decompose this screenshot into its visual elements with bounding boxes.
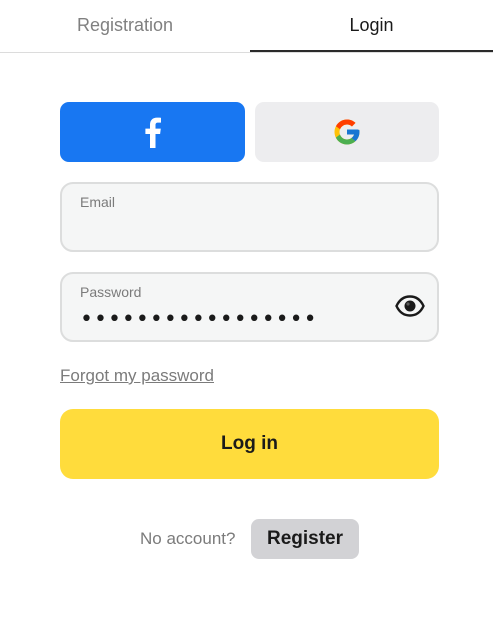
facebook-icon: [144, 117, 161, 148]
no-account-text: No account?: [140, 529, 236, 548]
login-button[interactable]: Log in: [60, 409, 439, 479]
google-login-button[interactable]: [255, 102, 439, 162]
password-label: Password: [80, 284, 142, 300]
email-input[interactable]: [80, 220, 400, 239]
tab-registration[interactable]: Registration: [0, 0, 250, 51]
email-label: Email: [80, 194, 116, 210]
register-button[interactable]: Register: [251, 519, 359, 559]
password-input[interactable]: •••••••••••••••••: [80, 307, 400, 332]
eye-icon[interactable]: [395, 294, 425, 318]
login-page: Registration Login Email Password ••••••…: [0, 0, 493, 635]
email-field[interactable]: Email: [60, 182, 439, 252]
facebook-login-button[interactable]: [60, 102, 245, 162]
forgot-password-link[interactable]: Forgot my password: [60, 366, 214, 386]
tab-login[interactable]: Login: [250, 0, 493, 52]
google-icon: [334, 119, 360, 145]
password-field[interactable]: Password •••••••••••••••••: [60, 272, 439, 342]
auth-tabs: Registration Login: [0, 0, 493, 53]
